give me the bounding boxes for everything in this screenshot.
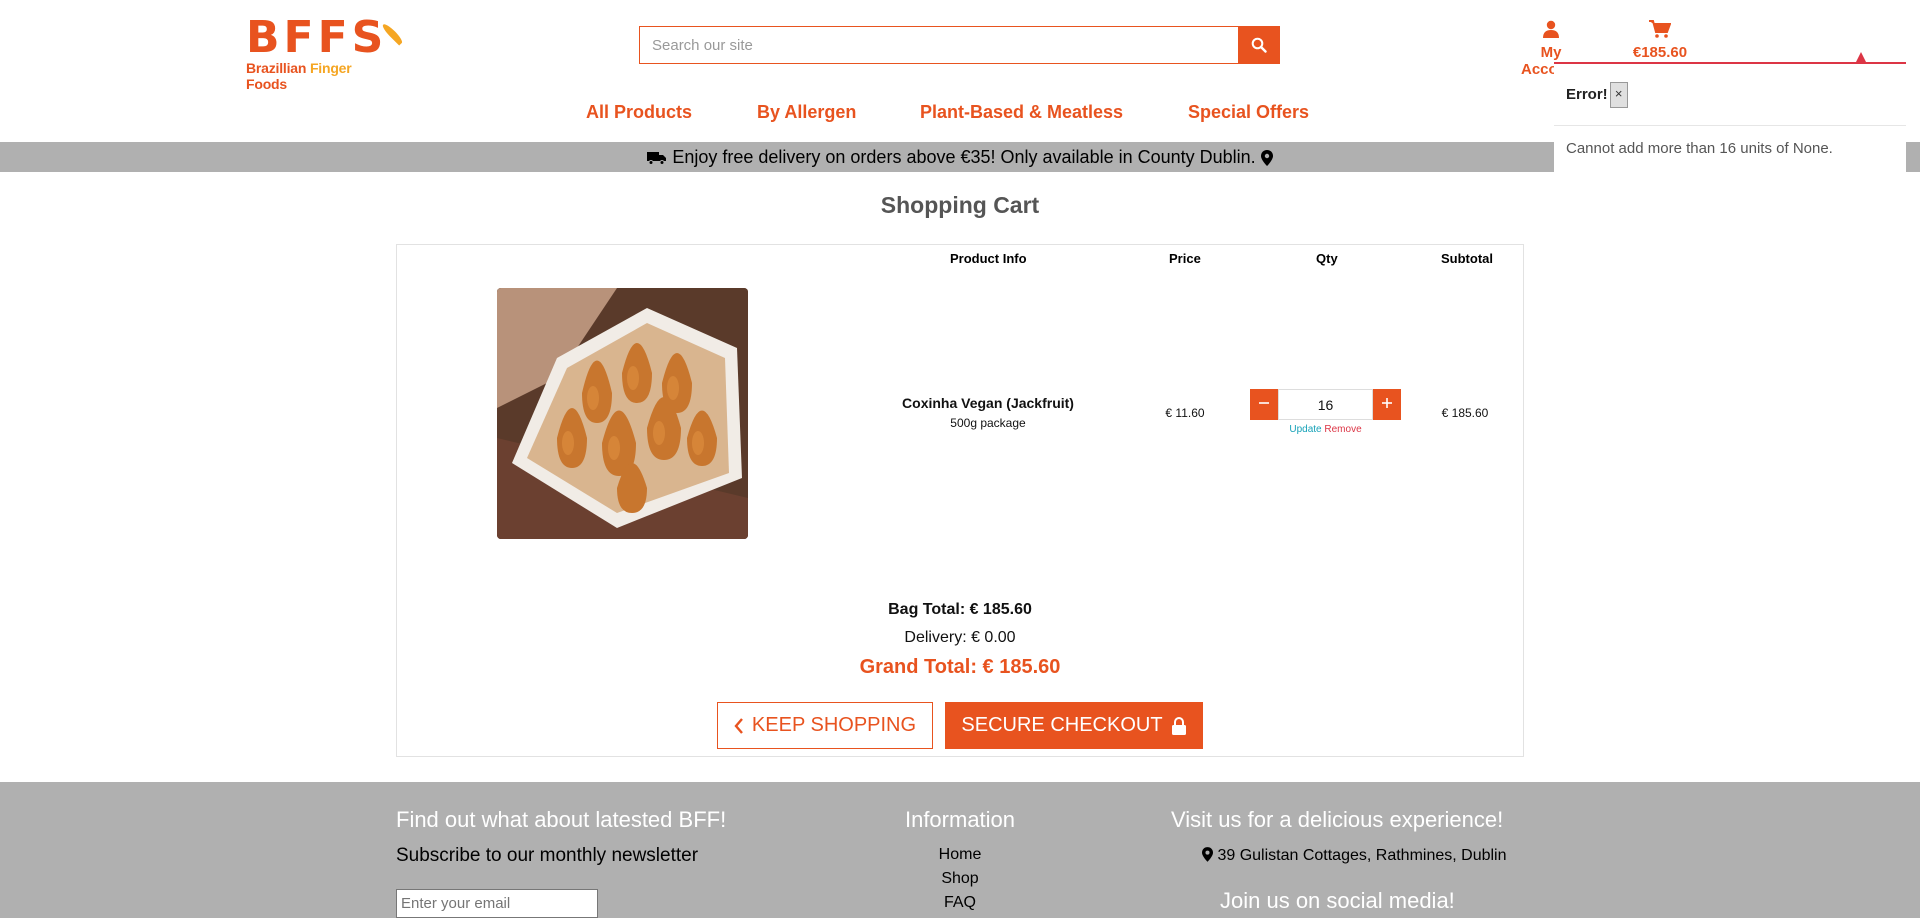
secure-checkout-label: SECURE CHECKOUT: [961, 714, 1163, 736]
error-header: Error! ×: [1554, 64, 1906, 126]
popover-caret: [1856, 52, 1866, 62]
footer-link-home[interactable]: Home: [0, 846, 1920, 864]
grand-total: Grand Total: € 185.60: [859, 656, 1061, 678]
logo-subtitle: Brazillian Finger Foods: [246, 60, 352, 92]
col-product-info: Product Info: [950, 251, 1027, 266]
error-message: Cannot add more than 16 units of None.: [1566, 140, 1833, 157]
cart-link[interactable]: €185.60: [1625, 20, 1695, 61]
logo-mark: BFFS: [246, 16, 405, 60]
increment-button[interactable]: [1373, 389, 1401, 420]
decrement-button[interactable]: [1250, 389, 1278, 420]
error-title: Error!: [1566, 86, 1608, 103]
cart-total: €185.60: [1632, 44, 1688, 61]
visit-heading: Visit us for a delicious experience!: [1171, 807, 1504, 832]
product-price: € 11.60: [1165, 406, 1205, 420]
lock-icon: [1171, 716, 1186, 735]
chevron-left-icon: [734, 717, 743, 734]
product-name[interactable]: Coxinha Vegan (Jackfruit): [880, 395, 1096, 411]
product-package: 500g package: [950, 416, 1026, 430]
minus-icon: [1259, 402, 1269, 404]
col-qty: Qty: [1316, 251, 1338, 266]
update-link[interactable]: Update: [1289, 424, 1321, 435]
user-icon: [1543, 20, 1559, 38]
keep-shopping-button[interactable]: KEEP SHOPPING: [717, 702, 933, 749]
quantity-input[interactable]: [1278, 389, 1373, 420]
secure-checkout-button[interactable]: SECURE CHECKOUT: [945, 702, 1203, 749]
bag-total: Bag Total: € 185.60: [888, 601, 1032, 618]
nav-plant-based[interactable]: Plant-Based & Meatless: [920, 102, 1123, 123]
delivery-total: Delivery: € 0.00: [904, 629, 1016, 646]
keep-shopping-label: KEEP SHOPPING: [751, 714, 917, 736]
page-title: Shopping Cart: [880, 192, 1040, 218]
logo[interactable]: BFFS Brazillian Finger Foods: [246, 16, 405, 92]
error-close-button[interactable]: ×: [1609, 81, 1628, 108]
banner-text: Enjoy free delivery on orders above €35!…: [672, 147, 1256, 167]
nav-all-products[interactable]: All Products: [586, 102, 692, 123]
information-heading: Information: [904, 807, 1016, 832]
map-marker-icon: [1260, 150, 1273, 167]
social-heading: Join us on social media!: [1220, 888, 1455, 913]
plus-icon: [1382, 398, 1392, 408]
map-marker-icon: [1202, 847, 1213, 862]
footer-address: 39 Gulistan Cottages, Rathmines, Dublin: [1202, 847, 1507, 865]
cart-icon: [1649, 20, 1671, 38]
col-subtotal: Subtotal: [1441, 251, 1493, 266]
coxinha-photo: [497, 288, 748, 539]
item-actions: Update Remove: [1250, 424, 1401, 435]
product-image[interactable]: [497, 288, 748, 539]
search-input[interactable]: [640, 27, 1238, 63]
quantity-stepper: [1250, 389, 1401, 420]
footer-link-faq[interactable]: FAQ: [0, 894, 1920, 912]
truck-icon: [647, 152, 667, 166]
nav-by-allergen[interactable]: By Allergen: [757, 102, 856, 123]
footer-link-shop[interactable]: Shop: [0, 870, 1920, 888]
search-button[interactable]: [1238, 27, 1279, 63]
search-bar: [639, 26, 1280, 64]
page: BFFS Brazillian Finger Foods My Account …: [0, 0, 1920, 918]
address-text: 39 Gulistan Cottages, Rathmines, Dublin: [1217, 847, 1507, 864]
col-price: Price: [1169, 251, 1201, 266]
nav-special-offers[interactable]: Special Offers: [1188, 102, 1309, 123]
search-icon: [1251, 37, 1267, 53]
remove-link[interactable]: Remove: [1324, 424, 1361, 435]
error-popover: Error! × Cannot add more than 16 units o…: [1554, 52, 1906, 174]
item-subtotal: € 185.60: [1441, 406, 1489, 420]
